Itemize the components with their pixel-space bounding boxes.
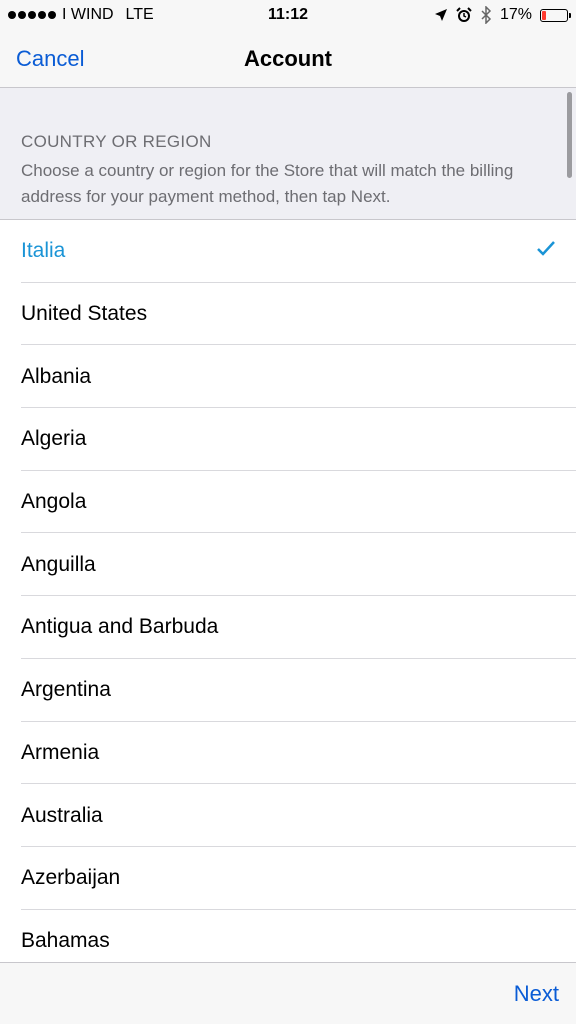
page-title: Account bbox=[244, 46, 332, 71]
alarm-icon bbox=[456, 7, 472, 22]
list-item-country[interactable]: Argentina bbox=[0, 659, 576, 722]
country-label: Antigua and Barbuda bbox=[21, 615, 219, 639]
country-label: Albania bbox=[21, 364, 92, 388]
bottom-toolbar: Next bbox=[0, 962, 576, 1024]
bluetooth-icon bbox=[481, 6, 492, 24]
status-right: 17% bbox=[434, 6, 571, 24]
signal-dots-icon bbox=[8, 11, 56, 19]
list-item-country[interactable]: Bahamas bbox=[0, 910, 576, 962]
country-label: Azerbaijan bbox=[21, 866, 121, 890]
scrollbar[interactable] bbox=[567, 92, 572, 178]
list-item-country[interactable]: United States bbox=[0, 283, 576, 346]
status-bar: I WIND LTE 11:12 17% bbox=[0, 0, 576, 30]
country-label: Armenia bbox=[21, 740, 100, 764]
nav-bar: Cancel Account bbox=[0, 30, 576, 88]
section-header: COUNTRY OR REGION Choose a country or re… bbox=[0, 88, 576, 220]
network-label: LTE bbox=[125, 6, 154, 23]
battery-icon bbox=[540, 8, 571, 22]
country-label: Angola bbox=[21, 490, 87, 514]
country-label: United States bbox=[21, 302, 148, 326]
country-label: Algeria bbox=[21, 427, 87, 451]
country-label: Bahamas bbox=[21, 928, 110, 952]
location-arrow-icon bbox=[434, 9, 447, 21]
list-item-country[interactable]: Algeria bbox=[0, 408, 576, 471]
country-label: Anguilla bbox=[21, 552, 96, 576]
country-label: Argentina bbox=[21, 678, 111, 702]
list-item-country[interactable]: Italia bbox=[0, 220, 576, 283]
country-label: Italia bbox=[21, 239, 66, 263]
list-item-country[interactable]: Angola bbox=[0, 471, 576, 534]
carrier-label: I WIND bbox=[62, 6, 114, 23]
battery-percent: 17% bbox=[499, 6, 532, 23]
list-item-country[interactable]: Antigua and Barbuda bbox=[0, 596, 576, 659]
country-label: Australia bbox=[21, 803, 103, 827]
checkmark-icon bbox=[537, 241, 555, 256]
screen: I WIND LTE 11:12 17% Cancel Account COUN… bbox=[0, 0, 576, 1024]
country-list: Italia United States Albania Algeria Angola A… bbox=[0, 220, 576, 962]
list-item-country[interactable]: Albania bbox=[0, 345, 576, 408]
next-button[interactable]: Next bbox=[514, 981, 559, 1007]
section-title: COUNTRY OR REGION bbox=[21, 132, 212, 151]
list-item-country[interactable]: Australia bbox=[0, 784, 576, 847]
list-item-country[interactable]: Armenia bbox=[0, 722, 576, 785]
list-item-country[interactable]: Azerbaijan bbox=[0, 847, 576, 910]
list-item-country[interactable]: Anguilla bbox=[0, 533, 576, 596]
status-left: I WIND LTE bbox=[8, 6, 434, 24]
section-description: Choose a country or region for the Store… bbox=[21, 161, 514, 206]
